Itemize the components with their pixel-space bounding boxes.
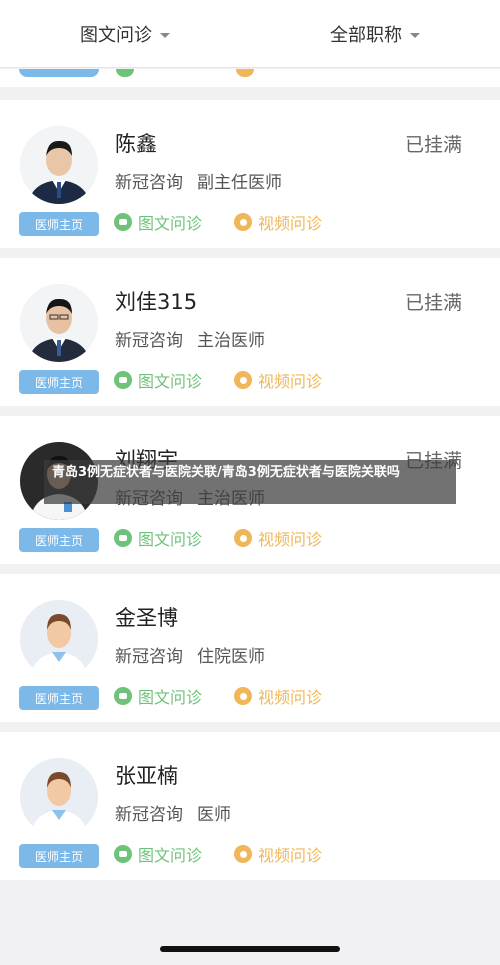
doctor-name: 陈鑫 — [115, 132, 157, 156]
text-consult-button[interactable]: 图文问诊 — [114, 684, 202, 708]
doctor-title: 医师 — [197, 805, 231, 825]
doctor-name: 张亚楠 — [115, 764, 178, 788]
video-consult-button[interactable]: 视频问诊 — [234, 842, 322, 866]
doctor-title: 住院医师 — [197, 647, 265, 667]
video-icon — [236, 69, 254, 77]
doctor-home-button[interactable]: 医师主页 — [19, 844, 99, 868]
doctor-photo-icon — [20, 126, 98, 204]
doctor-card[interactable]: 医师主页 陈鑫 新冠咨询 副主任医师 已挂满 图文问诊 视频问诊 — [0, 100, 500, 248]
video-consult-button[interactable]: 视频问诊 — [234, 368, 322, 392]
chat-icon — [114, 371, 132, 389]
video-consult-button[interactable]: 视频问诊 — [234, 684, 322, 708]
video-icon — [234, 687, 252, 705]
video-icon — [234, 213, 252, 231]
doctor-meta: 新冠咨询 住院医师 — [115, 642, 265, 667]
chat-icon — [114, 845, 132, 863]
status-badge: 已挂满 — [404, 134, 462, 156]
title-filter[interactable]: 全部职称 — [250, 21, 500, 47]
status-badge: 已挂满 — [404, 292, 462, 314]
video-consult-label: 视频问诊 — [258, 372, 323, 391]
consult-type-filter-label: 图文问诊 — [80, 24, 152, 46]
text-consult-label: 图文问诊 — [138, 688, 203, 707]
caption-overlay: 青岛3例无症状者与医院关联/青岛3例无症状者与医院关联吗 — [44, 460, 456, 504]
doctor-card[interactable]: 医师主页 金圣博 新冠咨询 住院医师 图文问诊 视频问诊 — [0, 574, 500, 722]
chat-icon — [114, 529, 132, 547]
doctor-card[interactable]: 医师主页 刘佳315 新冠咨询 主治医师 已挂满 图文问诊 视频问诊 — [0, 258, 500, 406]
video-consult-button[interactable]: 视频问诊 — [234, 526, 322, 550]
text-consult-label: 图文问诊 — [138, 530, 203, 549]
video-consult-label: 视频问诊 — [258, 530, 323, 549]
home-indicator[interactable] — [160, 946, 340, 952]
doctor-meta: 新冠咨询 医师 — [115, 800, 231, 825]
video-icon — [234, 529, 252, 547]
text-consult-button[interactable]: 图文问诊 — [114, 842, 202, 866]
video-consult-label: 视频问诊 — [258, 688, 323, 707]
title-filter-label: 全部职称 — [330, 24, 402, 46]
text-consult-label: 图文问诊 — [138, 214, 203, 233]
text-consult-button[interactable]: 图文问诊 — [114, 210, 202, 234]
filter-bar: 图文问诊 全部职称 — [0, 0, 500, 68]
doctor-service: 新冠咨询 — [115, 173, 183, 193]
chat-icon — [114, 213, 132, 231]
text-consult-button[interactable]: 图文问诊 — [114, 526, 202, 550]
previous-card-partial — [0, 69, 500, 87]
doctor-service: 新冠咨询 — [115, 805, 183, 825]
chevron-down-icon — [160, 33, 170, 38]
video-icon — [234, 371, 252, 389]
doctor-home-button[interactable]: 医师主页 — [19, 370, 99, 394]
default-doctor-avatar-icon — [20, 758, 98, 836]
doctor-home-button[interactable]: 医师主页 — [19, 212, 99, 236]
doctor-name: 刘佳315 — [115, 290, 198, 314]
doctor-home-button[interactable]: 医师主页 — [19, 686, 99, 710]
video-consult-label: 视频问诊 — [258, 214, 323, 233]
text-consult-button[interactable]: 图文问诊 — [114, 368, 202, 392]
doctor-meta: 新冠咨询 主治医师 — [115, 326, 265, 351]
doctor-service: 新冠咨询 — [115, 647, 183, 667]
doctor-name: 金圣博 — [115, 606, 178, 630]
chat-icon — [116, 69, 134, 77]
text-consult-label: 图文问诊 — [138, 846, 203, 865]
doctor-photo-icon — [20, 284, 98, 362]
video-icon — [234, 845, 252, 863]
chat-icon — [114, 687, 132, 705]
text-consult-label: 图文问诊 — [138, 372, 203, 391]
home-button-partial — [19, 69, 99, 77]
video-consult-button[interactable]: 视频问诊 — [234, 210, 322, 234]
doctor-meta: 新冠咨询 副主任医师 — [115, 168, 282, 193]
video-consult-label: 视频问诊 — [258, 846, 323, 865]
doctor-card[interactable]: 医师主页 张亚楠 新冠咨询 医师 图文问诊 视频问诊 — [0, 732, 500, 880]
default-doctor-avatar-icon — [20, 600, 98, 678]
doctor-title: 主治医师 — [197, 331, 265, 351]
consult-type-filter[interactable]: 图文问诊 — [0, 21, 250, 47]
doctor-home-button[interactable]: 医师主页 — [19, 528, 99, 552]
doctor-service: 新冠咨询 — [115, 331, 183, 351]
chevron-down-icon — [410, 33, 420, 38]
doctor-title: 副主任医师 — [197, 173, 282, 193]
